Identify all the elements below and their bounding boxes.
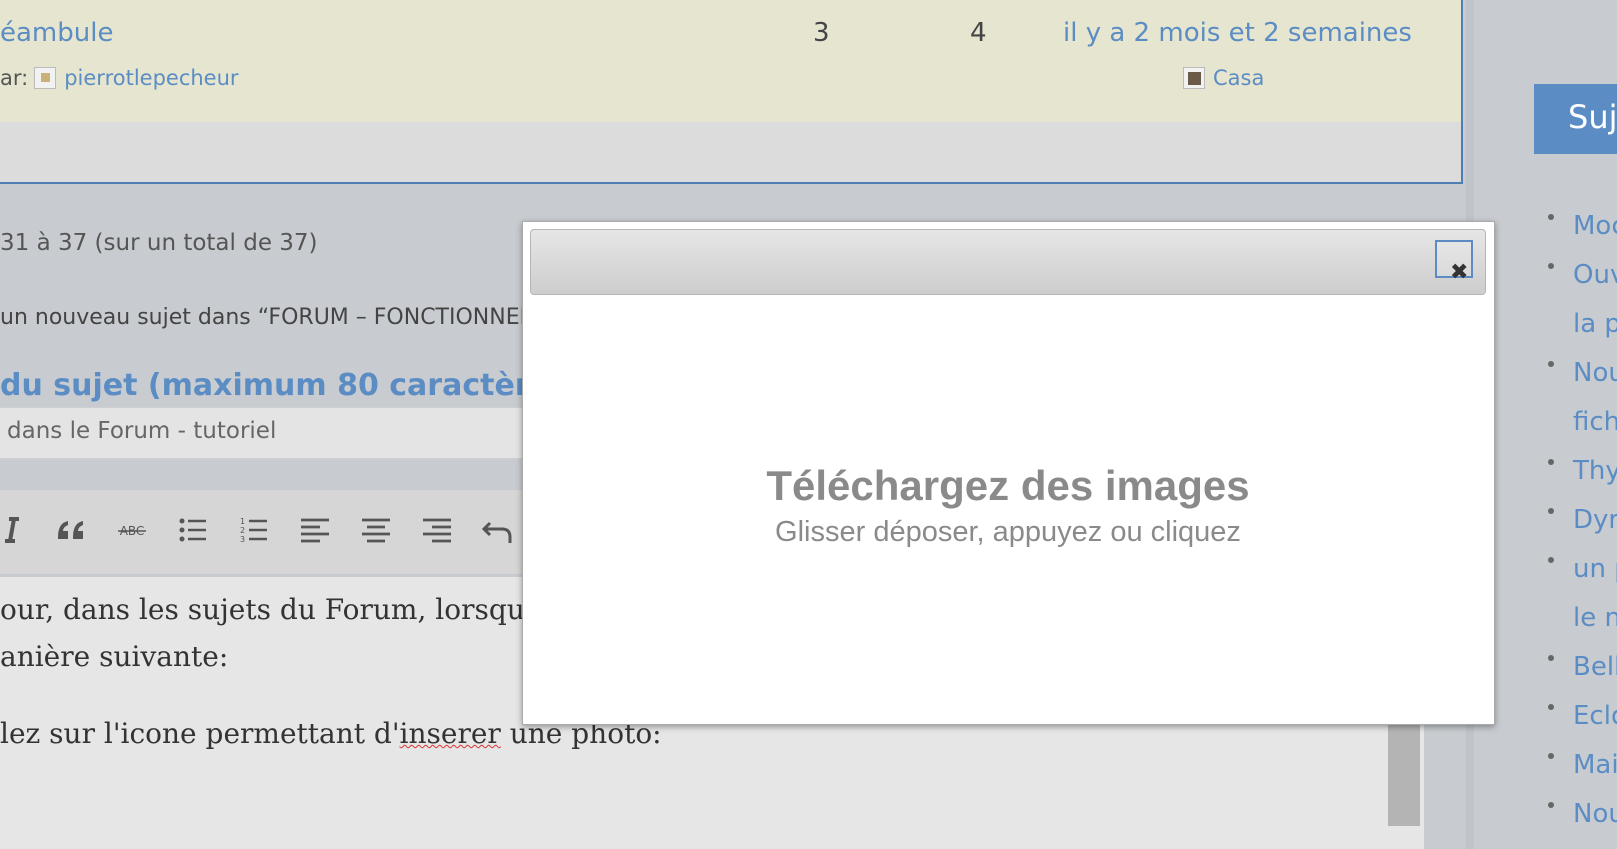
drop-zone-title: Téléchargez des images [766,462,1250,509]
sidebar: Suj Moc Ouvla p Noufich Thy Dyr un ple n… [1474,0,1617,849]
blockquote-icon[interactable] [49,508,93,552]
topic-title-label: du sujet (maximum 80 caractères): [0,368,594,403]
sidebar-heading: Suj [1534,84,1617,154]
topic-title-link[interactable]: éambule [0,18,113,48]
drop-zone-subtitle: Glisser déposer, appuyez ou cliquez [775,516,1241,548]
author-link[interactable]: pierrotlepecheur [64,66,238,90]
bulleted-list-icon[interactable] [171,508,215,552]
editor-line: anière suivante: [0,640,229,673]
image-drop-zone[interactable]: Téléchargez des images Glisser déposer, … [530,302,1486,717]
italic-icon[interactable] [0,508,34,552]
align-left-icon[interactable] [293,508,337,552]
by-prefix: ar: [0,66,29,90]
undo-icon[interactable] [475,508,519,552]
editor-line: our, dans les sujets du Forum, lorsque [0,593,542,626]
last-author-avatar [1183,67,1205,89]
close-icon[interactable]: ✖ [1435,240,1475,284]
misspelled-word[interactable]: inserer [400,717,501,750]
close-x-glyph: ✖ [1450,260,1469,285]
replies-count: 3 [813,18,830,48]
align-right-icon[interactable] [415,508,459,552]
numbered-list-icon[interactable]: 123 [232,508,276,552]
views-count: 4 [970,18,987,48]
pagination-info: 31 à 37 (sur un total de 37) [0,230,318,256]
topic-row: éambule ar: pierrotlepecheur 3 4 il y a … [0,0,1463,124]
strikethrough-icon[interactable]: ABC [110,508,154,552]
last-post-link[interactable]: il y a 2 mois et 2 semaines [1063,18,1412,48]
last-author-link[interactable]: Casa [1213,66,1264,90]
modal-title-bar: ✖ [530,229,1486,295]
image-upload-modal: ✖ Téléchargez des images Glisser déposer… [522,221,1495,725]
svg-text:3: 3 [240,535,245,544]
topic-title-input[interactable]: dans le Forum - tutoriel [0,407,528,459]
last-post-author: Casa [1177,66,1264,90]
topic-table-footer [0,122,1463,184]
author-avatar [34,67,57,89]
svg-text:1: 1 [240,517,245,526]
editor-scrollbar[interactable] [1388,718,1420,826]
topic-started-by: ar: pierrotlepecheur [0,66,239,90]
svg-text:2: 2 [240,526,245,535]
new-topic-heading: un nouveau sujet dans “FORUM – FONCTIONN… [0,305,583,330]
align-center-icon[interactable] [354,508,398,552]
